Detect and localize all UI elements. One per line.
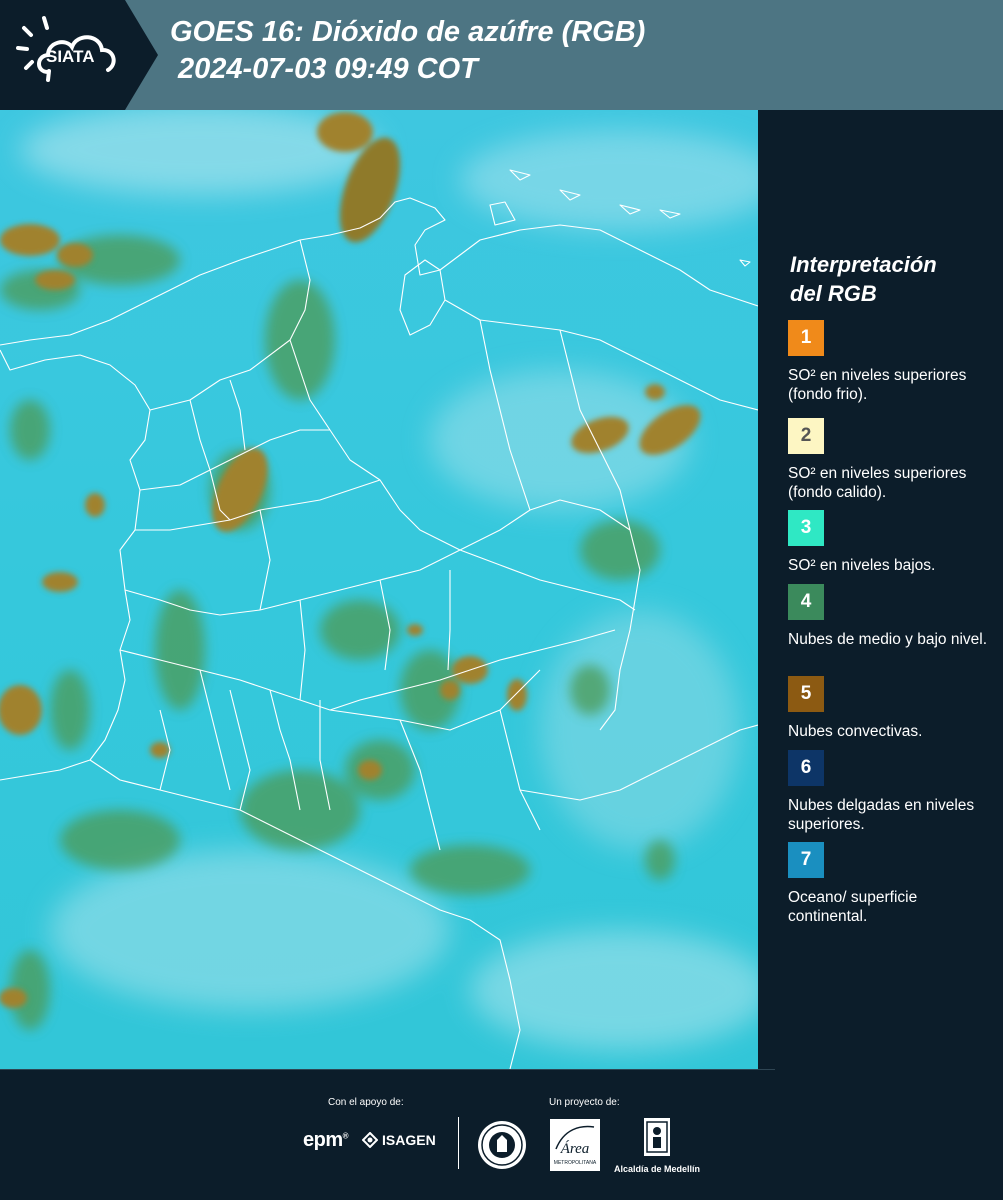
legend-number-2: 2 bbox=[800, 425, 812, 446]
title-line-2: 2024-07-03 09:49 COT bbox=[178, 53, 478, 85]
legend-number-6: 6 bbox=[800, 757, 812, 778]
legend-label-5: Nubes convectivas. bbox=[788, 723, 923, 740]
legend-item-5: 5 Nubes convectivas. bbox=[788, 676, 988, 741]
satellite-map[interactable] bbox=[0, 110, 758, 1069]
siata-logo: SIATA bbox=[0, 0, 160, 110]
isagen-mark-icon bbox=[362, 1132, 378, 1148]
area-metropolitana-logo: Área METROPOLITANA bbox=[550, 1119, 600, 1171]
area-logo-text: Área bbox=[560, 1140, 590, 1157]
legend-item-7: 7 Oceano/ superficie continental. bbox=[788, 842, 988, 926]
footer-divider-line bbox=[0, 1069, 775, 1070]
legend-panel: Interpretación del RGB 1 SO² en niveles … bbox=[758, 110, 1003, 1069]
legend-swatch-1: 1 bbox=[788, 320, 824, 356]
alcaldia-crest-icon bbox=[644, 1118, 670, 1156]
support-label: Con el apoyo de: bbox=[328, 1097, 404, 1108]
legend-swatch-4: 4 bbox=[788, 584, 824, 620]
legend-label-7: Oceano/ superficie continental. bbox=[788, 889, 918, 925]
legend-item-4: 4 Nubes de medio y bajo nivel. bbox=[788, 584, 988, 649]
legend-swatch-2: 2 bbox=[788, 418, 824, 454]
medellin-seal-icon bbox=[478, 1121, 526, 1169]
legend-title-line-2: del RGB bbox=[790, 281, 877, 306]
legend-label-4: Nubes de medio y bajo nivel. bbox=[788, 631, 988, 648]
legend-label-1: SO² en niveles superiores (fondo frio). bbox=[788, 367, 967, 403]
area-logo-subtext: METROPOLITANA bbox=[554, 1160, 597, 1166]
legend-title: Interpretación del RGB bbox=[790, 250, 990, 308]
legend-number-4: 4 bbox=[800, 591, 812, 612]
isagen-logo: ISAGEN bbox=[362, 1132, 436, 1148]
footer-vertical-divider bbox=[458, 1117, 459, 1169]
legend-number-7: 7 bbox=[800, 849, 812, 870]
legend-item-1: 1 SO² en niveles superiores (fondo frio)… bbox=[788, 320, 988, 404]
legend-item-3: 3 SO² en niveles bajos. bbox=[788, 510, 988, 575]
alcaldia-logo-text: Alcaldía de Medellín bbox=[613, 1164, 701, 1174]
logo-text: SIATA bbox=[46, 47, 94, 66]
legend-label-2: SO² en niveles superiores (fondo calido)… bbox=[788, 465, 967, 501]
legend-label-3: SO² en niveles bajos. bbox=[788, 557, 936, 574]
legend-item-2: 2 SO² en niveles superiores (fondo calid… bbox=[788, 418, 988, 502]
legend-swatch-6: 6 bbox=[788, 750, 824, 786]
legend-item-6: 6 Nubes delgadas en niveles superiores. bbox=[788, 750, 988, 834]
legend-number-5: 5 bbox=[800, 683, 812, 704]
header-bar: SIATA GOES 16: Dióxido de azúfre (RGB) 2… bbox=[0, 0, 1003, 110]
footer: Con el apoyo de: Un proyecto de: epm® IS… bbox=[0, 1069, 1003, 1200]
legend-number-3: 3 bbox=[800, 517, 812, 538]
legend-swatch-7: 7 bbox=[788, 842, 824, 878]
project-label: Un proyecto de: bbox=[549, 1097, 620, 1108]
legend-swatch-5: 5 bbox=[788, 676, 824, 712]
legend-title-line-1: Interpretación bbox=[790, 252, 937, 277]
legend-label-6: Nubes delgadas en niveles superiores. bbox=[788, 797, 975, 833]
alcaldia-logo: Alcaldía de Medellín bbox=[612, 1117, 702, 1174]
epm-logo-text: epm bbox=[303, 1129, 343, 1151]
title-line-1: GOES 16: Dióxido de azúfre (RGB) bbox=[170, 16, 646, 48]
isagen-logo-text: ISAGEN bbox=[382, 1132, 436, 1148]
page-title: GOES 16: Dióxido de azúfre (RGB) 2024-07… bbox=[170, 14, 645, 88]
legend-swatch-3: 3 bbox=[788, 510, 824, 546]
epm-logo: epm® bbox=[303, 1129, 349, 1151]
legend-number-1: 1 bbox=[800, 327, 812, 348]
